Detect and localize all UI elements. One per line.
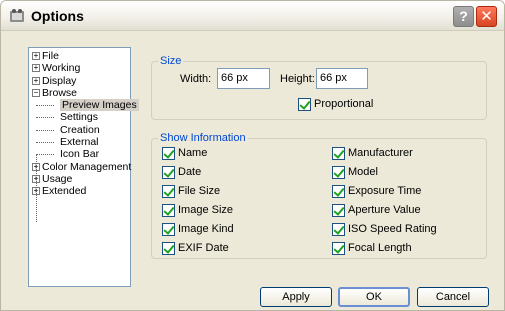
checkbox-label: Exposure Time (348, 185, 422, 197)
checkbox-label: Image Kind (178, 223, 234, 235)
tree-item-label: Preview Images (60, 99, 139, 112)
options-category-tree[interactable]: + File + Working + Display − Browse Prev… (28, 47, 139, 287)
checkbox-exposure-time[interactable]: Exposure Time (332, 185, 421, 199)
tree-item-label: Usage (42, 172, 73, 185)
title-bar[interactable]: Options ? ✕ (1, 1, 504, 31)
tree-item-browse[interactable]: − Browse (29, 87, 130, 99)
tree-item-label: Color Management (42, 160, 132, 173)
checkbox-name[interactable]: Name (162, 147, 207, 161)
cancel-button[interactable]: Cancel (417, 287, 489, 307)
show-information-legend: Show Information (158, 132, 248, 144)
size-group-legend: Size (158, 55, 184, 67)
checkbox-label: Name (178, 147, 208, 159)
checkbox-checked-icon (332, 204, 345, 217)
expand-icon[interactable]: + (32, 52, 40, 60)
checkbox-image-kind[interactable]: Image Kind (162, 223, 234, 237)
width-label: Width: (180, 73, 212, 85)
checkbox-focal-length[interactable]: Focal Length (332, 242, 412, 256)
tree-item-usage[interactable]: + Usage (29, 173, 130, 185)
tree-item-label: Settings (60, 111, 98, 124)
checkbox-checked-icon (162, 223, 175, 236)
checkbox-label: Date (178, 166, 202, 178)
checkbox-checked-icon (162, 204, 175, 217)
checkbox-file-size[interactable]: File Size (162, 185, 220, 199)
checkbox-label: Proportional (314, 98, 374, 110)
proportional-checkbox[interactable]: Proportional (298, 98, 373, 112)
tree-item-display[interactable]: + Display (29, 75, 130, 87)
checkbox-checked-icon (332, 223, 345, 236)
checkbox-exif-date[interactable]: EXIF Date (162, 242, 229, 256)
checkbox-manufacturer[interactable]: Manufacturer (332, 147, 413, 161)
checkbox-iso-speed-rating[interactable]: ISO Speed Rating (332, 223, 437, 237)
collapse-icon[interactable]: − (32, 88, 40, 97)
height-label: Height: (280, 73, 315, 85)
checkbox-label: ISO Speed Rating (348, 223, 437, 235)
window-title: Options (31, 8, 84, 24)
tree-item-preview-images[interactable]: Preview Images (29, 99, 139, 112)
tree-item-external[interactable]: External (29, 136, 130, 148)
checkbox-label: Focal Length (348, 242, 412, 254)
apply-button[interactable]: Apply (260, 287, 332, 307)
help-button[interactable]: ? (453, 6, 474, 27)
tree-item-label: Extended (42, 185, 87, 198)
checkbox-checked-icon (332, 147, 345, 160)
options-dialog: Options ? ✕ + File + Working + Display −… (0, 0, 505, 311)
checkbox-label: Manufacturer (348, 147, 413, 159)
tree-item-label: External (60, 136, 99, 149)
checkbox-checked-icon (162, 185, 175, 198)
checkbox-checked-icon (332, 242, 345, 255)
checkbox-label: Model (348, 166, 378, 178)
tree-item-label: Display (42, 74, 77, 87)
ok-button[interactable]: OK (338, 287, 410, 307)
checkbox-checked-icon (162, 242, 175, 255)
expand-icon[interactable]: + (32, 64, 40, 73)
tree-item-label: Icon Bar (60, 148, 100, 161)
tree-item-file[interactable]: + File (29, 50, 130, 62)
checkbox-checked-icon (162, 166, 175, 179)
tree-item-icon-bar[interactable]: Icon Bar (29, 148, 130, 160)
checkbox-label: Aperture Value (348, 204, 421, 216)
options-app-icon (10, 9, 24, 22)
checkbox-label: File Size (178, 185, 221, 197)
tree-item-color-management[interactable]: + Color Management (29, 160, 132, 173)
expand-icon[interactable]: + (32, 76, 40, 85)
tree-item-label: Browse (42, 86, 78, 99)
tree-item-working[interactable]: + Working (29, 62, 130, 74)
checkbox-aperture-value[interactable]: Aperture Value (332, 204, 421, 218)
checkbox-model[interactable]: Model (332, 166, 378, 180)
checkbox-checked-icon (298, 98, 311, 111)
tree-branch-line (36, 154, 54, 156)
tree-item-label: File (42, 50, 59, 62)
checkbox-checked-icon (332, 166, 345, 179)
checkbox-image-size[interactable]: Image Size (162, 204, 233, 218)
tree-item-settings[interactable]: Settings (29, 111, 130, 123)
height-input[interactable]: 66 px (316, 68, 368, 89)
tree-vertical-line (36, 154, 37, 222)
tree-branch-line (36, 142, 54, 144)
checkbox-label: Image Size (178, 204, 234, 216)
width-input[interactable]: 66 px (217, 68, 270, 89)
close-button[interactable]: ✕ (476, 6, 497, 27)
checkbox-checked-icon (162, 147, 175, 160)
tree-branch-line (36, 105, 54, 107)
checkbox-label: EXIF Date (178, 242, 229, 254)
tree-item-extended[interactable]: + Extended (29, 185, 130, 197)
tree-item-label: Creation (60, 123, 100, 136)
tree-item-creation[interactable]: Creation (29, 124, 130, 136)
checkbox-date[interactable]: Date (162, 166, 201, 180)
tree-branch-line (36, 117, 54, 119)
checkbox-checked-icon (332, 185, 345, 198)
tree-branch-line (36, 129, 54, 131)
tree-item-label: Working (42, 62, 81, 75)
